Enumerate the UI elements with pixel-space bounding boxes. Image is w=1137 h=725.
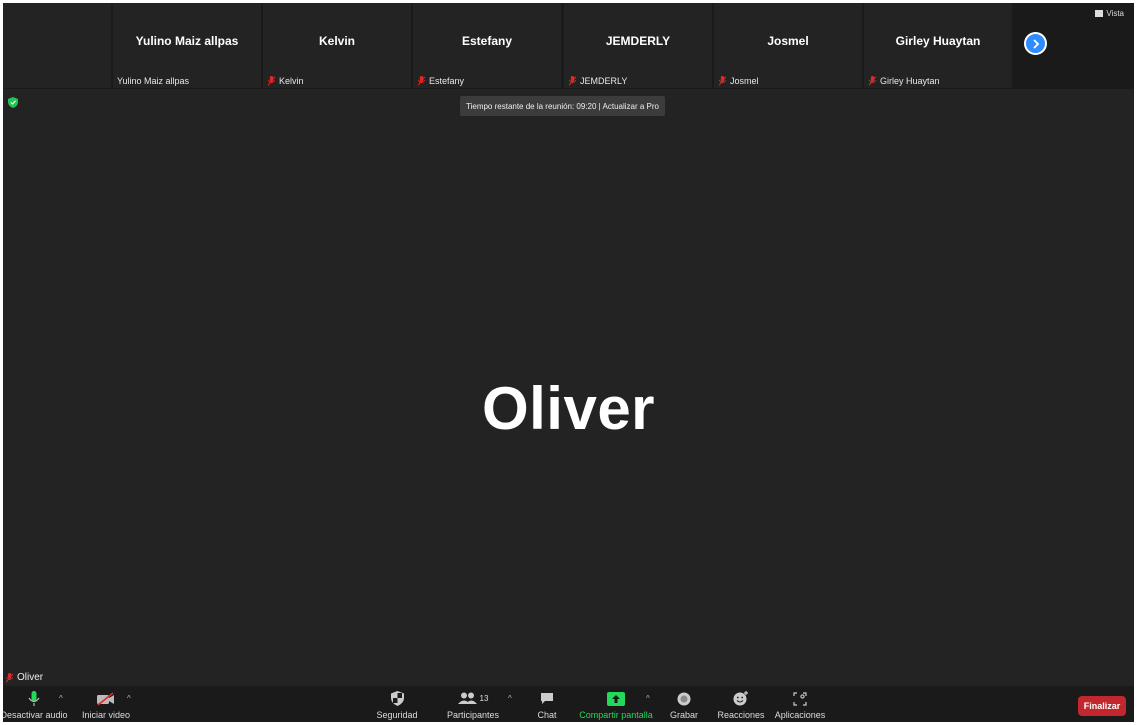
participant-tile[interactable]: Kelvin Kelvin [263, 3, 411, 88]
muted-microphone-icon [718, 76, 727, 86]
muted-microphone-icon [267, 76, 276, 86]
participant-label-text: Girley Huaytan [880, 76, 940, 86]
participant-tile[interactable]: Yulino Maiz allpas Yulino Maiz allpas [113, 3, 261, 88]
participant-tile[interactable]: Estefany Estefany [413, 3, 561, 88]
participant-tile[interactable]: JEMDERLY JEMDERLY [564, 3, 712, 88]
tb-icon-wrap [793, 689, 807, 708]
tb-icon-wrap: 13 [457, 689, 489, 708]
participants-count: 13 [479, 694, 489, 703]
grid-view-icon [1095, 10, 1104, 17]
participants-icon [457, 692, 477, 704]
apps-icon [793, 691, 807, 706]
muted-microphone-icon [868, 76, 877, 86]
record-label: Grabar [669, 710, 698, 720]
participant-tile-label: Josmel [718, 76, 759, 86]
share-screen-label: Compartir pantalla [579, 710, 653, 720]
chat-bubble-icon [541, 693, 553, 704]
participant-tile-label: Kelvin [267, 76, 304, 86]
participant-label-text: Yulino Maiz allpas [117, 76, 190, 86]
tb-icon-wrap [28, 689, 40, 708]
apps-button[interactable]: Aplicaciones [774, 689, 826, 720]
share-screen-button[interactable]: Compartir pantalla [579, 689, 653, 720]
tb-icon-wrap [733, 689, 749, 708]
tb-icon-wrap [390, 689, 404, 708]
tb-icon-wrap [96, 689, 116, 708]
participant-tile-label: Girley Huaytan [868, 76, 940, 86]
active-speaker-stage: Tiempo restante de la reunión: 09:20 | A… [3, 89, 1134, 686]
record-icon [677, 692, 691, 705]
audio-options-caret[interactable]: ^ [59, 694, 63, 703]
tb-icon-wrap [677, 689, 691, 708]
apps-label: Aplicaciones [774, 710, 826, 720]
record-button[interactable]: Grabar [669, 689, 699, 720]
end-meeting-button[interactable]: Finalizar [1078, 696, 1126, 716]
shield-icon [390, 691, 404, 706]
participant-tile-name: Girley Huaytan [895, 34, 981, 48]
participants-label: Participantes [446, 710, 500, 720]
security-label: Seguridad [376, 710, 418, 720]
chat-button[interactable]: Chat [533, 689, 561, 720]
participant-tile-label: Estefany [417, 76, 464, 86]
next-participants-button[interactable] [1024, 32, 1047, 55]
zoom-meeting-window: Yulino Maiz allpas Yulino Maiz allpas Ke… [3, 3, 1134, 722]
participant-label-text: Kelvin [279, 76, 304, 86]
muted-microphone-icon [417, 76, 426, 86]
participant-tile[interactable]: Josmel Josmel [714, 3, 862, 88]
participant-filmstrip: Yulino Maiz allpas Yulino Maiz allpas Ke… [3, 3, 1134, 88]
security-button[interactable]: Seguridad [375, 689, 419, 720]
video-options-caret[interactable]: ^ [127, 694, 131, 703]
participant-tile-name: Yulino Maiz allpas [135, 34, 239, 48]
participants-options-caret[interactable]: ^ [508, 694, 512, 703]
filmstrip-empty-tile [3, 3, 111, 88]
microphone-icon [28, 690, 40, 706]
active-speaker-label-text: Oliver [17, 672, 44, 683]
tb-icon-wrap [540, 689, 554, 708]
participant-label-text: Josmel [730, 76, 759, 86]
mute-audio-button[interactable]: Desactivar audio [3, 689, 68, 720]
tb-icon-wrap [607, 689, 625, 708]
participant-tile-name: Kelvin [318, 34, 355, 48]
participant-tile[interactable]: Girley Huaytan Girley Huaytan [864, 3, 1012, 88]
muted-microphone-icon [568, 76, 577, 86]
smiley-plus-icon [733, 691, 748, 706]
reactions-label: Reacciones [717, 710, 765, 720]
reactions-button[interactable]: Reacciones [717, 689, 765, 720]
chat-label: Chat [537, 710, 557, 720]
participant-tile-label: JEMDERLY [568, 76, 627, 86]
mute-audio-label: Desactivar audio [3, 710, 68, 720]
start-video-label: Iniciar video [81, 710, 131, 720]
participant-tile-label: Yulino Maiz allpas [117, 76, 189, 86]
muted-microphone-icon [5, 672, 14, 682]
video-off-icon [97, 691, 114, 706]
encryption-shield-icon[interactable] [8, 97, 18, 108]
participant-tile-name: JEMDERLY [605, 34, 671, 48]
share-screen-icon [607, 691, 625, 706]
active-speaker-label: Oliver [5, 672, 43, 683]
chevron-right-icon [1032, 38, 1039, 49]
participants-button[interactable]: 13 Participantes [445, 689, 501, 720]
active-speaker-name: Oliver [481, 375, 656, 442]
participant-tile-name: Estefany [461, 34, 513, 48]
participant-tile-name: Josmel [767, 34, 809, 48]
participant-label-text: JEMDERLY [580, 76, 628, 86]
meeting-time-remaining-banner[interactable]: Tiempo restante de la reunión: 09:20 | A… [460, 96, 666, 116]
participant-label-text: Estefany [429, 76, 465, 86]
share-options-caret[interactable]: ^ [646, 694, 650, 703]
view-button-label: Vista [1106, 9, 1124, 18]
meeting-controls-toolbar: Desactivar audio ^ Iniciar video ^ Segur… [3, 686, 1134, 722]
start-video-button[interactable]: Iniciar video [81, 689, 131, 720]
view-button[interactable]: Vista [1095, 9, 1124, 18]
